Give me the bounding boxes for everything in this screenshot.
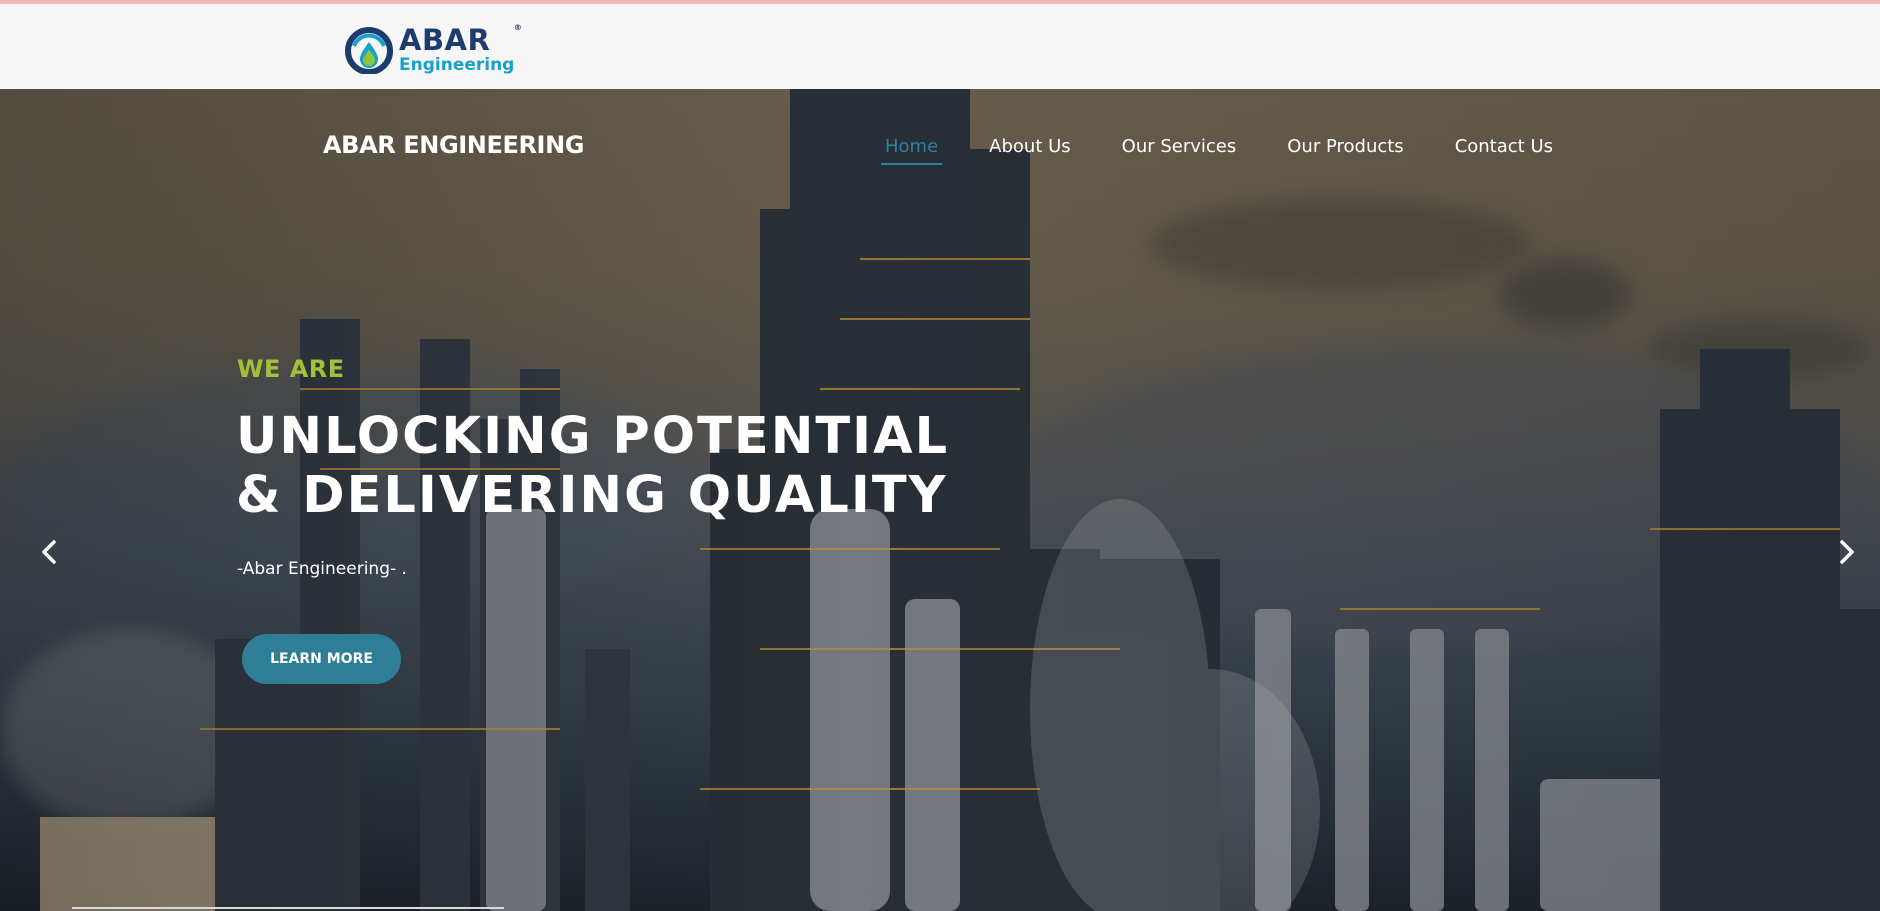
logo-drop-icon bbox=[345, 27, 393, 74]
chevron-right-icon bbox=[1840, 540, 1854, 564]
slider-progress-bar bbox=[72, 907, 504, 909]
hero-headline-line2: & DELIVERING QUALITY bbox=[236, 466, 948, 525]
hero-headline: UNLOCKING POTENTIAL & DELIVERING QUALITY bbox=[236, 407, 949, 525]
nav-home[interactable]: Home bbox=[880, 136, 943, 165]
logo-subtitle: Engineering bbox=[399, 55, 515, 75]
nav-contact-us[interactable]: Contact Us bbox=[1455, 136, 1553, 157]
logo-word: ABAR ® bbox=[399, 23, 523, 57]
site-name[interactable]: ABAR ENGINEERING bbox=[323, 131, 584, 159]
main-nav: Home About Us Our Services Our Products … bbox=[880, 131, 1604, 165]
logo-registered-mark: ® bbox=[513, 23, 523, 32]
nav-about-us[interactable]: About Us bbox=[989, 136, 1071, 157]
hero-subtext: -Abar Engineering- . bbox=[237, 559, 407, 579]
hero-headline-line1: UNLOCKING POTENTIAL bbox=[236, 407, 950, 466]
hero-slider: ABAR ENGINEERING Home About Us Our Servi… bbox=[0, 89, 1880, 911]
learn-more-button[interactable]: LEARN MORE bbox=[242, 634, 401, 684]
slider-next-button[interactable] bbox=[1832, 537, 1862, 567]
logo-bar: ABAR ® Engineering bbox=[0, 4, 1880, 89]
brand-logo[interactable]: ABAR ® Engineering bbox=[345, 22, 523, 78]
slider-prev-button[interactable] bbox=[34, 537, 64, 567]
hero-tagline: WE ARE bbox=[237, 355, 345, 383]
chevron-left-icon bbox=[42, 540, 56, 564]
nav-our-services[interactable]: Our Services bbox=[1122, 136, 1237, 157]
nav-our-products[interactable]: Our Products bbox=[1287, 136, 1403, 157]
